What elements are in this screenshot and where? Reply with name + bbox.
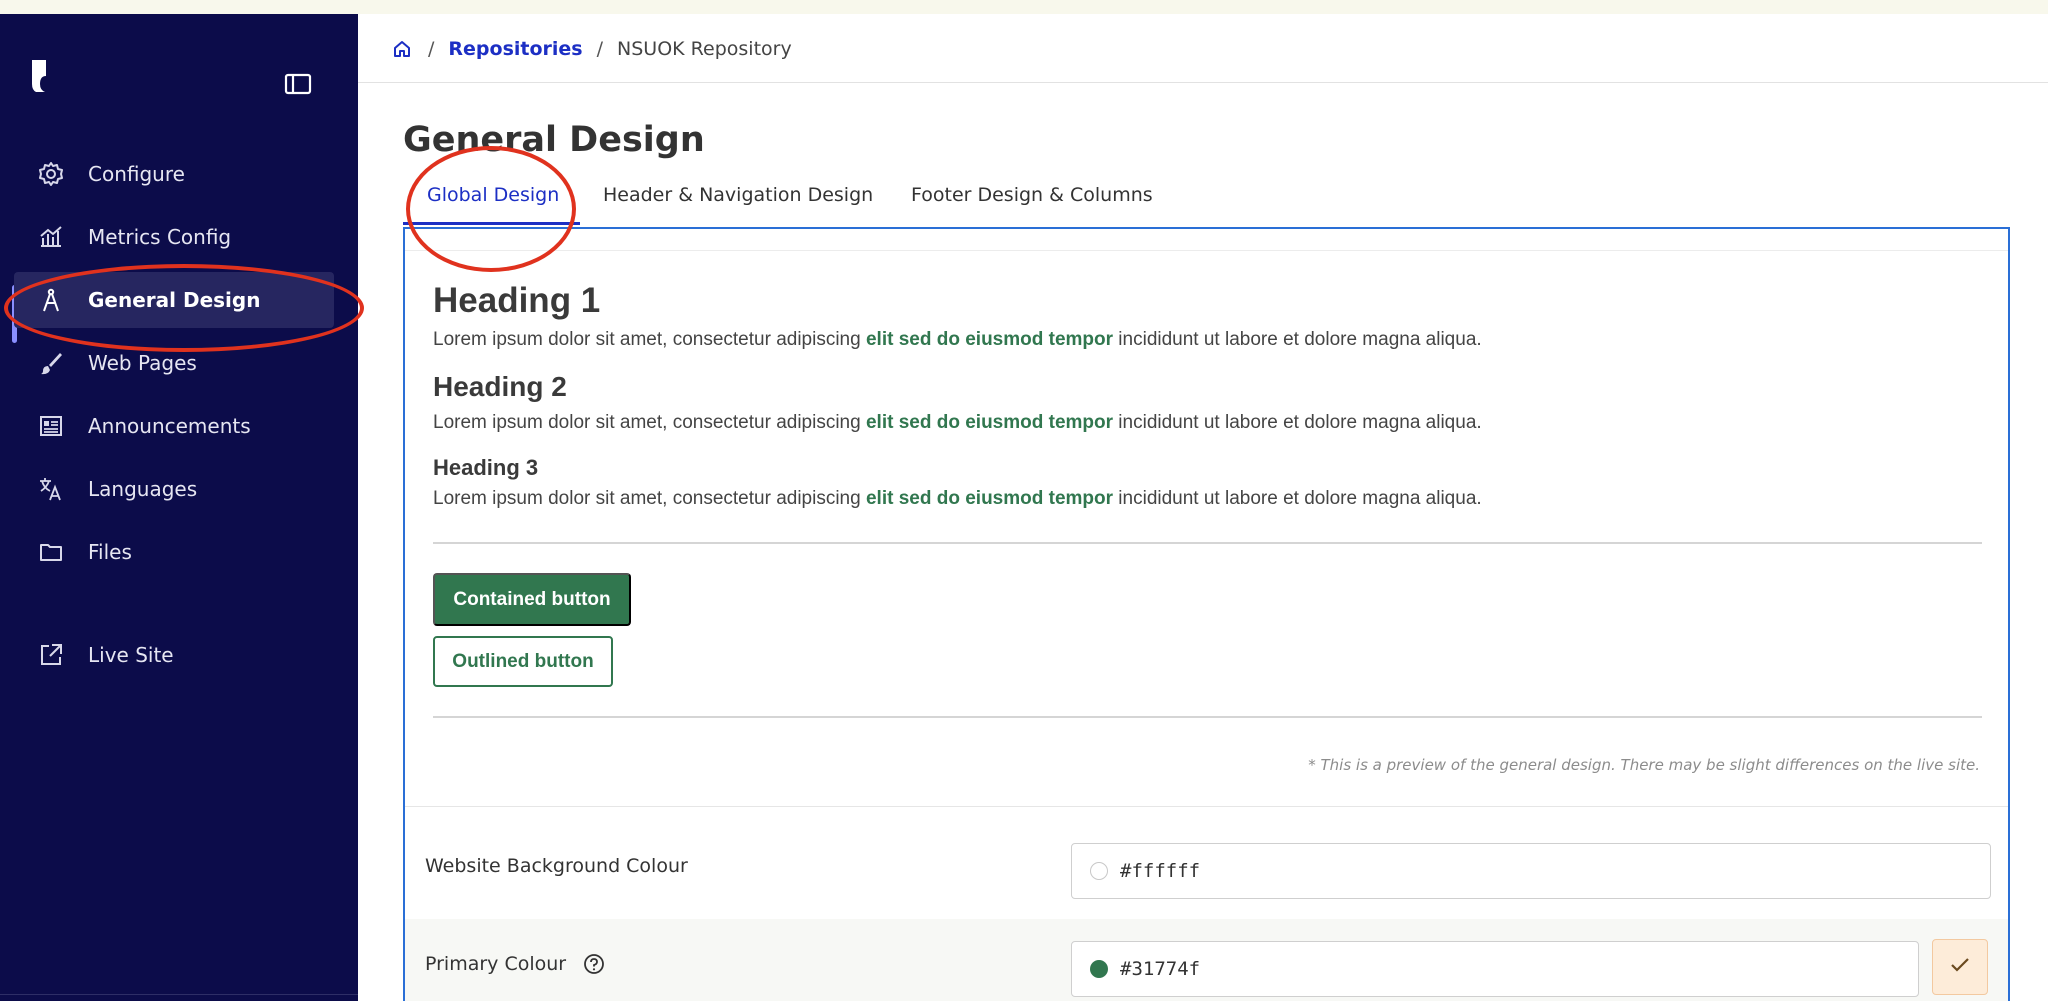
- sidebar-item-label: Configure: [88, 162, 185, 186]
- breadcrumb-separator: /: [596, 38, 604, 60]
- breadcrumb-repositories-link[interactable]: Repositories: [448, 38, 582, 60]
- paragraph-text: incididunt ut labore et dolore magna ali…: [1113, 412, 1482, 433]
- gear-icon: [36, 159, 66, 189]
- background-colour-input[interactable]: #ffffff: [1071, 843, 1991, 899]
- home-icon[interactable]: [392, 38, 414, 60]
- chart-icon: [36, 222, 66, 252]
- breadcrumb-separator: /: [428, 38, 435, 60]
- colour-swatch[interactable]: [1090, 862, 1108, 880]
- confirm-colour-button[interactable]: [1932, 939, 1988, 995]
- active-tab-indicator: [403, 222, 580, 225]
- sidebar-item-configure[interactable]: Configure: [14, 146, 334, 202]
- paragraph-text: Lorem ipsum dolor sit amet, consectetur …: [433, 412, 866, 433]
- brush-icon: [36, 348, 66, 378]
- tab-global-design[interactable]: Global Design: [427, 184, 559, 206]
- tab-footer-design-columns[interactable]: Footer Design & Columns: [911, 184, 1153, 206]
- sidebar-item-announcements[interactable]: Announcements: [14, 398, 334, 454]
- sidebar-collapse-icon[interactable]: [284, 72, 312, 96]
- sidebar-divider: [0, 994, 358, 995]
- translate-icon: [36, 474, 66, 504]
- sidebar-item-general-design[interactable]: General Design: [14, 272, 334, 328]
- check-icon: [1950, 957, 1970, 977]
- paragraph-text: Lorem ipsum dolor sit amet, consectetur …: [433, 329, 866, 350]
- sidebar-item-label: Web Pages: [88, 351, 197, 375]
- setting-label: Website Background Colour: [425, 855, 688, 877]
- sidebar: Configure Metrics Config General Design …: [0, 14, 358, 1001]
- outlined-button[interactable]: Outlined button: [433, 636, 613, 687]
- panel-top-rule: [405, 250, 2008, 251]
- sidebar-item-label: Live Site: [88, 643, 174, 667]
- paragraph-accent-text: elit sed do eiusmod tempor: [865, 488, 1114, 509]
- sidebar-item-label: General Design: [88, 288, 261, 312]
- header-divider: [358, 82, 2048, 83]
- page-title: General Design: [403, 120, 705, 160]
- setting-row-background-colour: Website Background Colour #ffffff: [405, 821, 2008, 917]
- sidebar-item-metrics-config[interactable]: Metrics Config: [14, 209, 334, 265]
- primary-colour-input[interactable]: #31774f: [1071, 941, 1919, 997]
- preview-divider: [433, 542, 1982, 544]
- breadcrumb: / Repositories / NSUOK Repository: [392, 34, 792, 64]
- browser-top-strip: [0, 0, 2048, 14]
- sidebar-item-languages[interactable]: Languages: [14, 461, 334, 517]
- setting-label: Primary Colour: [425, 953, 567, 975]
- sidebar-item-live-site[interactable]: Live Site: [14, 627, 334, 683]
- preview-divider: [433, 716, 1982, 718]
- preview-paragraph: Lorem ipsum dolor sit amet, consectetur …: [433, 412, 1482, 434]
- newspaper-icon: [36, 411, 66, 441]
- colour-value: #31774f: [1120, 958, 1201, 980]
- contained-button[interactable]: Contained button: [433, 573, 631, 626]
- help-icon[interactable]: [583, 953, 607, 977]
- paragraph-text: incididunt ut labore et dolore magna ali…: [1113, 329, 1482, 350]
- paragraph-text: incididunt ut labore et dolore magna ali…: [1113, 488, 1482, 509]
- sidebar-item-web-pages[interactable]: Web Pages: [14, 335, 334, 391]
- paragraph-text: Lorem ipsum dolor sit amet, consectetur …: [433, 488, 866, 509]
- app-logo[interactable]: [28, 56, 56, 96]
- colour-swatch[interactable]: [1090, 960, 1108, 978]
- breadcrumb-current: NSUOK Repository: [617, 38, 792, 60]
- sidebar-item-label: Files: [88, 540, 132, 564]
- external-link-icon: [36, 640, 66, 670]
- preview-paragraph: Lorem ipsum dolor sit amet, consectetur …: [433, 329, 1482, 351]
- preview-heading-2: Heading 2: [433, 371, 567, 402]
- tab-header-navigation-design[interactable]: Header & Navigation Design: [603, 184, 873, 206]
- sidebar-item-label: Languages: [88, 477, 198, 501]
- settings-divider: [405, 806, 2008, 807]
- preview-heading-3: Heading 3: [433, 455, 539, 480]
- preview-paragraph: Lorem ipsum dolor sit amet, consectetur …: [433, 488, 1482, 510]
- sidebar-item-files[interactable]: Files: [14, 524, 334, 580]
- folder-icon: [36, 537, 66, 567]
- paragraph-accent-text: elit sed do eiusmod tempor: [865, 412, 1114, 433]
- sidebar-item-label: Announcements: [88, 414, 251, 438]
- compass-icon: [36, 285, 66, 315]
- setting-row-primary-colour: Primary Colour #31774f: [405, 919, 2008, 1001]
- preview-heading-1: Heading 1: [433, 281, 601, 320]
- sidebar-item-label: Metrics Config: [88, 225, 232, 249]
- colour-value: #ffffff: [1120, 860, 1201, 882]
- paragraph-accent-text: elit sed do eiusmod tempor: [865, 329, 1114, 350]
- preview-disclaimer: * This is a preview of the general desig…: [1308, 756, 1980, 774]
- design-preview-panel: Heading 1 Lorem ipsum dolor sit amet, co…: [403, 227, 2010, 1001]
